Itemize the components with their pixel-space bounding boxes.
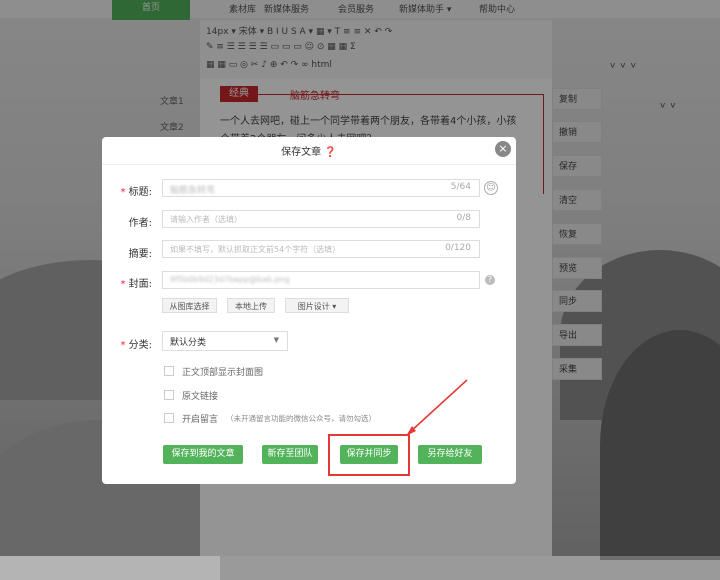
annotation-arrow <box>406 379 468 436</box>
